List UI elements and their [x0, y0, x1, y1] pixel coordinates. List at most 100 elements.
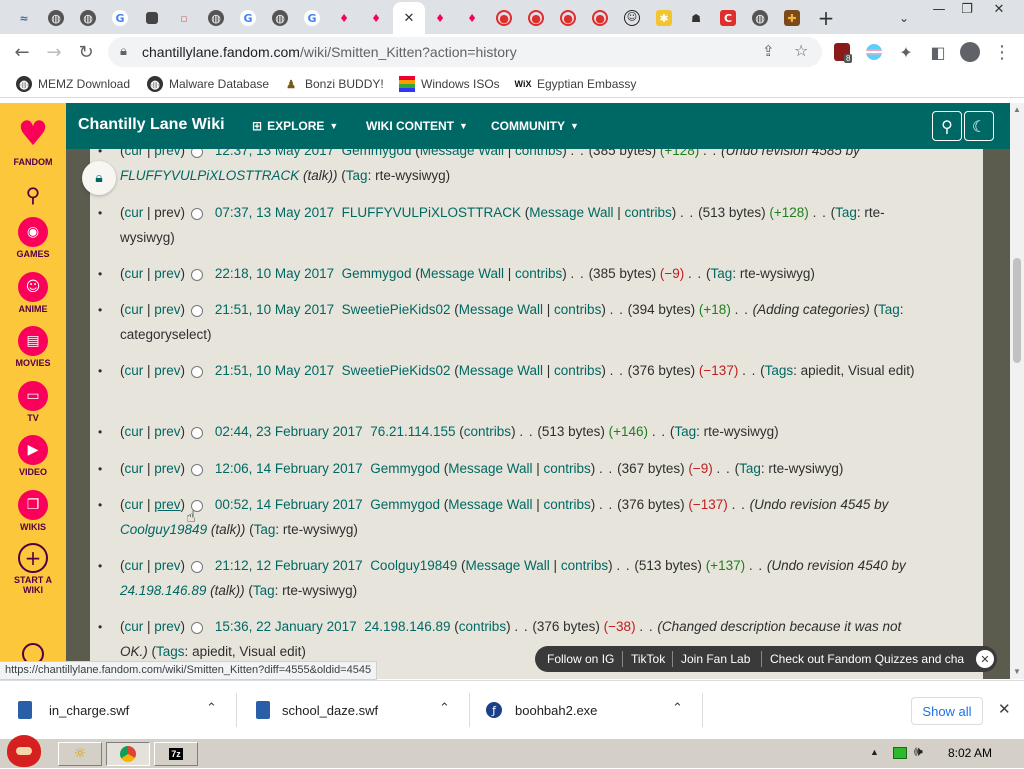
tag-link[interactable]: Tag [878, 302, 900, 317]
minimize-button[interactable]: — [924, 0, 954, 18]
bookmark-windows-isos[interactable]: Windows ISOs [399, 76, 500, 92]
tab[interactable]: ◍ [42, 5, 70, 31]
lock-icon[interactable]: 🔒︎ [120, 44, 127, 59]
revision-timestamp[interactable]: 00:52, 14 February 2017 [215, 497, 363, 512]
rail-item-tv[interactable]: ▭ TV [0, 381, 66, 424]
contribs-link[interactable]: contribs [459, 619, 506, 634]
forward-arrow-icon[interactable]: → [42, 40, 66, 64]
contribs-link[interactable]: contribs [554, 363, 601, 378]
active-tab[interactable]: ✕ [393, 2, 425, 34]
extensions-puzzle-icon[interactable]: ✦ [894, 40, 918, 64]
contribs-link[interactable]: contribs [554, 302, 601, 317]
cur-link[interactable]: cur [125, 558, 144, 573]
side-panel-icon[interactable]: ◧ [926, 40, 950, 64]
revision-radio[interactable] [191, 269, 204, 281]
user-link[interactable]: Gemmygod [370, 497, 440, 512]
bookmark-malware-database[interactable]: ◍ Malware Database [147, 76, 269, 92]
message-wall-link[interactable]: Message Wall [529, 205, 613, 220]
scrollbar-thumb[interactable] [1013, 258, 1021, 363]
rail-item-start-a-wiki[interactable]: + START A WIKI [0, 543, 66, 596]
bookmark-star-icon[interactable]: ☆ [794, 41, 808, 60]
tab[interactable]: ◍ [266, 5, 294, 31]
tab[interactable]: ♦ [362, 5, 390, 31]
revision-radio[interactable] [191, 149, 204, 158]
rail-search[interactable]: ⚲ [0, 183, 66, 207]
tag-link[interactable]: Tag [739, 461, 761, 476]
tab[interactable]: ▫ [170, 5, 198, 31]
tab[interactable]: ◍ [74, 5, 102, 31]
tab[interactable]: G [234, 5, 262, 31]
revision-radio[interactable] [191, 464, 204, 476]
tag-link[interactable]: Tag [346, 168, 368, 183]
cur-link[interactable]: cur [125, 205, 144, 220]
tag-link[interactable]: Tag [711, 266, 733, 281]
message-wall-link[interactable]: Message Wall [448, 461, 532, 476]
revision-radio[interactable] [191, 427, 204, 439]
user-link[interactable]: SweetiePieKids02 [342, 363, 451, 378]
cur-link[interactable]: cur [125, 149, 144, 158]
flag-extension-icon[interactable] [866, 44, 882, 60]
tab[interactable]: ● [522, 5, 550, 31]
contribs-link[interactable]: contribs [625, 205, 672, 220]
prev-link[interactable]: prev [154, 619, 180, 634]
revision-timestamp[interactable]: 21:12, 12 February 2017 [215, 558, 363, 573]
tab[interactable]: ♦ [458, 5, 486, 31]
cur-link[interactable]: cur [125, 497, 144, 512]
prev-link[interactable]: prev [154, 302, 180, 317]
address-bar[interactable]: 🔒︎ chantillylane.fandom.com/wiki/Smitten… [108, 37, 822, 67]
tab[interactable]: G [106, 5, 134, 31]
theme-toggle-button[interactable]: ☾ [964, 111, 994, 141]
contribs-link[interactable]: contribs [544, 497, 591, 512]
revision-radio[interactable] [191, 561, 204, 573]
prev-link[interactable]: prev [154, 149, 180, 158]
tab[interactable]: ☗ [682, 5, 710, 31]
chevron-up-icon[interactable]: ⌃ [672, 701, 683, 716]
revision-timestamp[interactable]: 12:37, 13 May 2017 [215, 149, 334, 158]
tags-link[interactable]: Tags [156, 644, 185, 659]
bookmark-memz[interactable]: ◍ MEMZ Download [16, 76, 130, 92]
tag-link[interactable]: Tag [835, 205, 857, 220]
summary-user-link[interactable]: FLUFFYVULPiXLOSTTRACK [120, 168, 299, 183]
user-link[interactable]: 76.21.114.155 [370, 424, 455, 439]
tag-link[interactable]: Tag [253, 583, 275, 598]
reload-icon[interactable]: ↻ [74, 40, 98, 64]
prev-link[interactable]: prev [154, 558, 180, 573]
revision-timestamp[interactable]: 12:06, 14 February 2017 [215, 461, 363, 476]
revision-radio[interactable] [191, 208, 204, 220]
taskbar-explorer-button[interactable]: ☼ [58, 742, 102, 766]
tab-search-chevron-icon[interactable]: ⌄ [890, 5, 918, 31]
page-scrollbar[interactable]: ▲ ▼ [1010, 103, 1024, 679]
tab[interactable]: ✚ [778, 5, 806, 31]
contribs-link[interactable]: contribs [515, 266, 562, 281]
message-wall-link[interactable]: Message Wall [448, 497, 532, 512]
revision-timestamp[interactable]: 21:51, 10 May 2017 [215, 363, 334, 378]
tab[interactable]: ● [586, 5, 614, 31]
window-close-button[interactable]: ✕ [984, 0, 1014, 18]
volume-icon[interactable]: 🕪︎ [914, 744, 923, 760]
fandom-quizzes-link[interactable]: Check out Fandom Quizzes and cha [770, 652, 970, 666]
tiktok-link[interactable]: TikTok [631, 652, 665, 666]
bookmark-egyptian-embassy[interactable]: WiX Egyptian Embassy [515, 76, 637, 92]
prev-link[interactable]: prev [154, 497, 180, 512]
download-item[interactable]: in_charge.swf [18, 681, 129, 739]
tab[interactable] [138, 5, 166, 31]
message-wall-link[interactable]: Message Wall [459, 363, 543, 378]
download-item[interactable]: school_daze.swf [256, 681, 378, 739]
user-link[interactable]: SweetiePieKids02 [342, 302, 451, 317]
revision-timestamp[interactable]: 21:51, 10 May 2017 [215, 302, 334, 317]
contribs-link[interactable]: contribs [561, 558, 608, 573]
menu-kebab-icon[interactable]: ⋮ [990, 40, 1014, 64]
wiki-search-button[interactable]: ⚲ [932, 111, 962, 141]
cur-link[interactable]: cur [125, 302, 144, 317]
tab[interactable]: ◍ [202, 5, 230, 31]
start-button[interactable] [0, 733, 48, 769]
message-wall-link[interactable]: Message Wall [466, 558, 550, 573]
revision-radio[interactable] [191, 305, 204, 317]
contribs-link[interactable]: contribs [515, 149, 562, 158]
taskbar-7zip-button[interactable]: 7z [154, 742, 198, 766]
tab[interactable]: C [714, 5, 742, 31]
tab[interactable]: ◍ [746, 5, 774, 31]
user-link[interactable]: Gemmygod [370, 461, 440, 476]
wiki-title[interactable]: Chantilly Lane Wiki [78, 116, 225, 134]
scroll-down-icon[interactable]: ▼ [1013, 667, 1021, 676]
